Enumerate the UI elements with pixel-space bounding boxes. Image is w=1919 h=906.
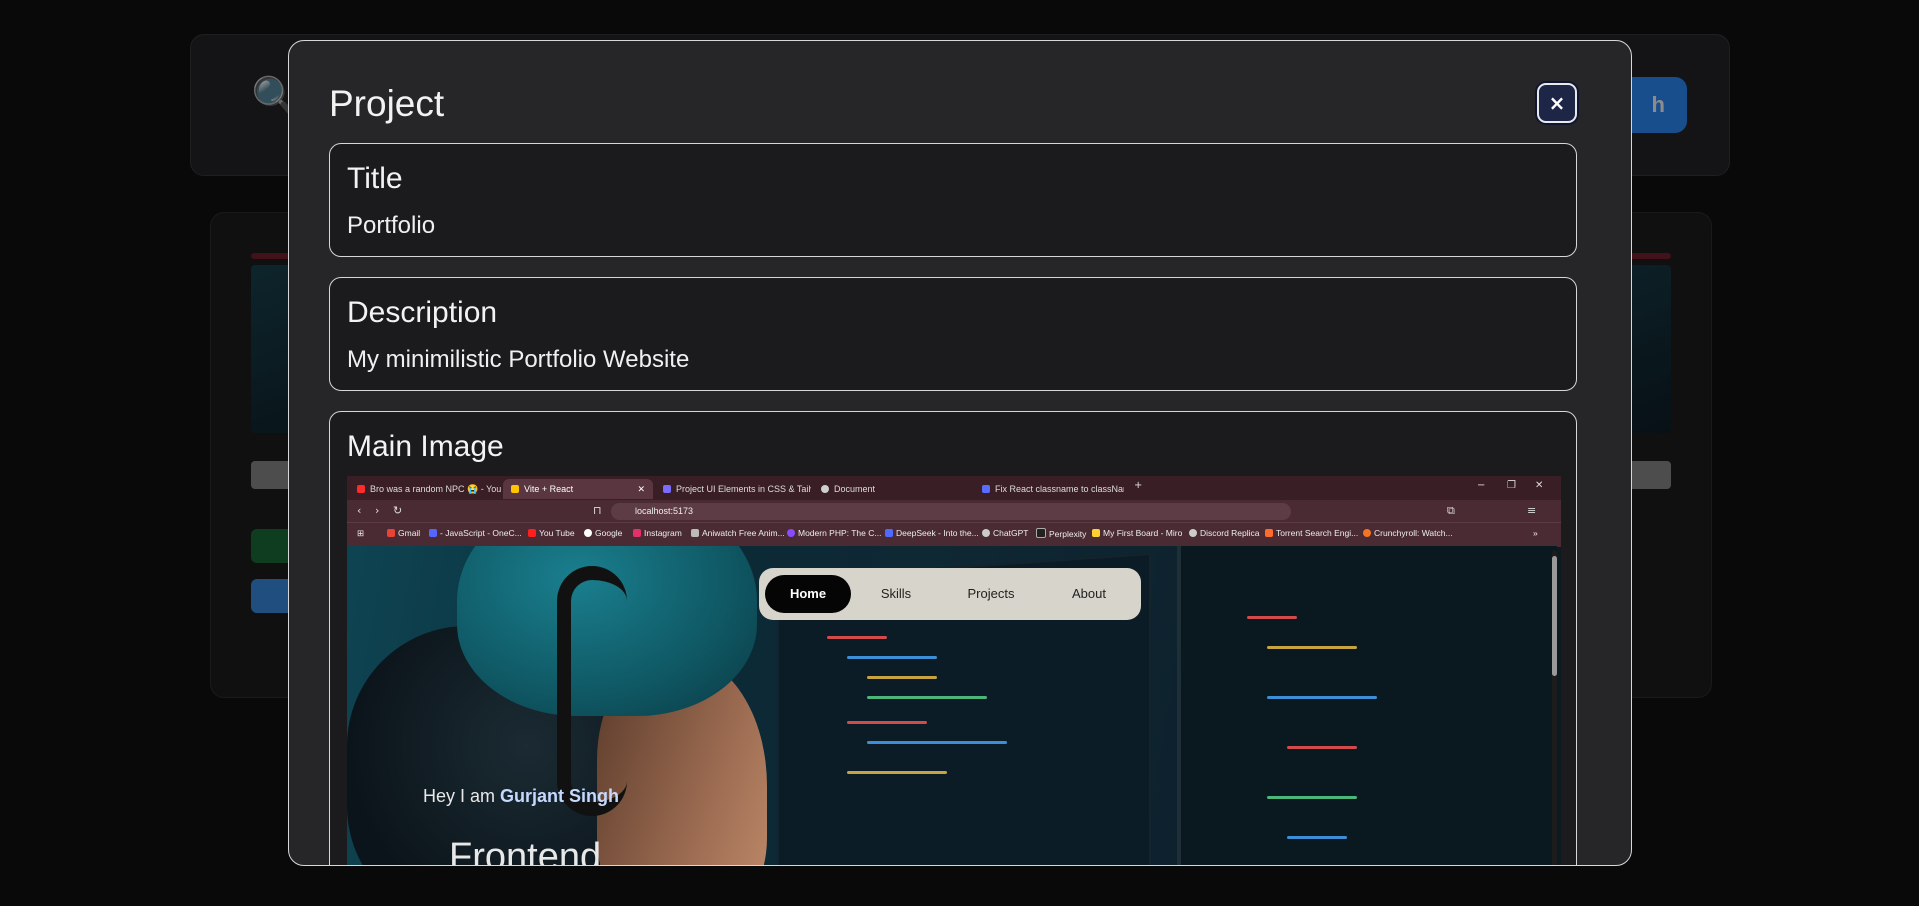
browser-address-bar: ‹ › ↻ ⊓ localhost:5173 ⧉ ≡ (347, 500, 1561, 522)
main-image-field[interactable]: Main Image Bro was a random NPC 😭 - You … (329, 411, 1577, 866)
title-label: Title (347, 162, 403, 195)
preview-scrollbar (1552, 550, 1557, 865)
more-bookmarks-icon: » (1533, 528, 1538, 538)
browser-tab: Bro was a random NPC 😭 - You (349, 479, 501, 499)
main-image-label: Main Image (347, 430, 504, 463)
site-nav: Home Skills Projects About (759, 568, 1141, 620)
hero-greeting: Hey I am Gurjant Singh (423, 786, 620, 806)
bookmark-item: My First Board - Miro (1092, 528, 1182, 538)
close-icon: × (1548, 91, 1566, 115)
new-tab-icon: + (1134, 480, 1143, 491)
close-button[interactable]: × (1537, 83, 1577, 123)
reload-icon: ↻ (393, 504, 403, 517)
hero-title: Frontend (449, 836, 602, 866)
back-icon: ‹ (357, 504, 362, 517)
modal-title: Project (329, 83, 445, 124)
bookmark-item: Gmail (387, 528, 420, 538)
browser-tab: Fix React classname to className Err (974, 479, 1124, 499)
bookmark-item: You Tube (528, 528, 575, 538)
bookmark-item: Torrent Search Engi... (1265, 528, 1358, 538)
project-modal: Project × Title Portfolio Description My… (288, 40, 1632, 866)
portfolio-site-preview: Home Skills Projects About Hey I am Gurj… (347, 546, 1557, 866)
site-nav-skills: Skills (880, 586, 912, 601)
description-field[interactable]: Description My minimilistic Portfolio We… (329, 277, 1577, 391)
description-label: Description (347, 296, 498, 329)
site-nav-projects: Projects (967, 586, 1015, 601)
bookmark-icon: ⊓ (593, 504, 602, 517)
apps-icon: ⊞ (357, 528, 365, 538)
bookmark-item: ChatGPT (982, 528, 1028, 538)
window-close-icon: ✕ (1535, 480, 1544, 491)
bookmark-item: Google (584, 528, 622, 538)
browser-tab: Document (813, 479, 963, 499)
bookmark-item: - JavaScript - OneC... (429, 528, 522, 538)
browser-url: localhost:5173 (611, 503, 1291, 520)
headphone-graphic (557, 566, 627, 816)
main-image-preview: Bro was a random NPC 😭 - You Vite + Reac… (347, 476, 1561, 866)
site-nav-home: Home (765, 575, 851, 613)
browser-tab: Vite + React ✕ (503, 479, 653, 499)
description-value[interactable]: My minimilistic Portfolio Website (347, 346, 689, 374)
restore-icon: ❐ (1507, 480, 1516, 491)
bookmark-item: Discord Replica (1189, 528, 1260, 538)
monitor-graphic (1177, 546, 1557, 865)
title-field[interactable]: Title Portfolio (329, 143, 1577, 257)
menu-icon: ≡ (1527, 504, 1537, 517)
bookmark-item: DeepSeek - Into the... (885, 528, 979, 538)
bookmark-item: Instagram (633, 528, 682, 538)
extensions-icon: ⧉ (1447, 504, 1455, 517)
bookmark-item: Perplexity (1036, 528, 1086, 539)
bookmark-item: Aniwatch Free Anim... (691, 528, 785, 538)
forward-icon: › (375, 504, 380, 517)
title-value[interactable]: Portfolio (347, 212, 435, 240)
bookmark-item: Crunchyroll: Watch... (1363, 528, 1453, 538)
bookmark-item: Modern PHP: The C... (787, 528, 881, 538)
browser-tab-bar: Bro was a random NPC 😭 - You Vite + Reac… (347, 476, 1561, 500)
browser-tab: Project UI Elements in CSS & Tailwind (655, 479, 811, 499)
site-nav-about: About (1072, 586, 1106, 601)
bookmarks-bar: ⊞ Gmail - JavaScript - OneC... You Tube … (347, 522, 1561, 547)
minimize-icon: − (1477, 480, 1486, 491)
